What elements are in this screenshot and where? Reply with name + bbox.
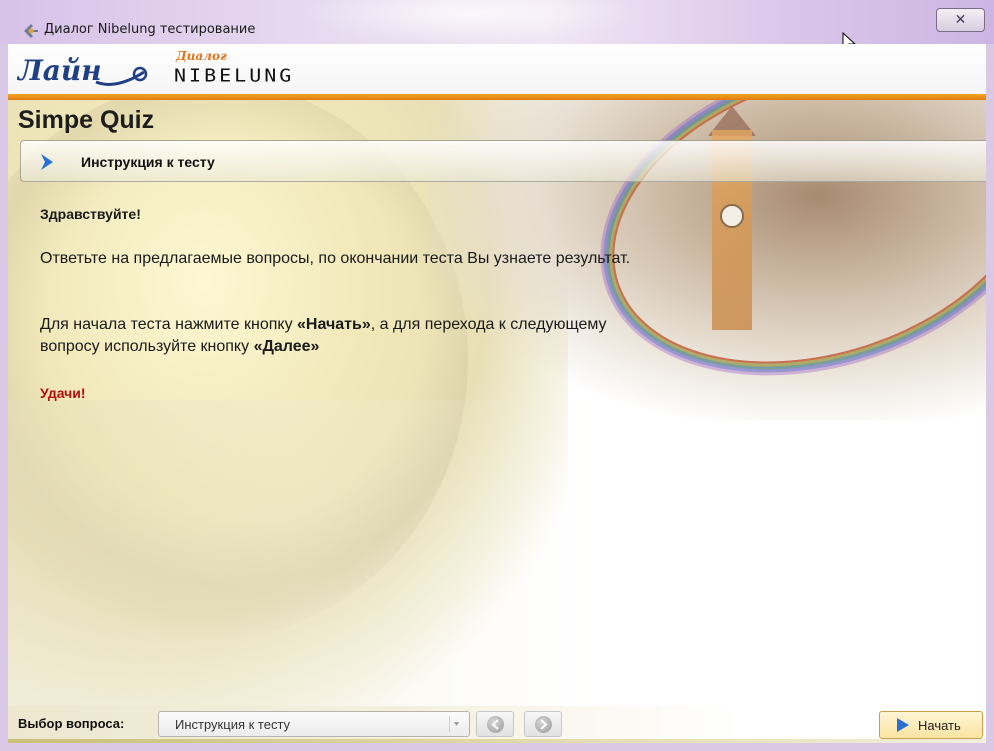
good-luck-text: Удачи! — [40, 385, 86, 401]
previous-question-button[interactable] — [476, 711, 514, 737]
footer-accent-line — [8, 739, 986, 743]
background-clock-face — [720, 204, 744, 228]
next-question-button[interactable] — [524, 711, 562, 737]
close-button[interactable]: ✕ — [936, 8, 985, 32]
app-window: Диалог Nibelung тестирование ✕ Лайн Диал… — [0, 0, 994, 751]
play-icon — [897, 718, 909, 732]
app-header: Лайн Диалог NIBELUNG — [8, 44, 986, 94]
close-icon: ✕ — [954, 11, 967, 27]
background-fade — [8, 400, 986, 706]
window-title: Диалог Nibelung тестирование — [44, 22, 256, 37]
chevron-right-icon — [41, 154, 53, 170]
layn-logo: Лайн — [16, 54, 148, 87]
app-icon — [24, 24, 38, 38]
arrow-right-icon — [535, 716, 552, 733]
footer-bar: Выбор вопроса: Инструкция к тесту Начать — [8, 706, 986, 743]
para2-text-1: Для начала теста нажмите кнопку — [40, 316, 298, 333]
logo-dialog-text: Диалог — [176, 49, 227, 63]
content-panel: Simpe Quiz Инструкция к тесту Здравствуй… — [8, 100, 986, 706]
instruction-paragraph-2: Для начала теста нажмите кнопку «Начать»… — [40, 314, 660, 358]
logo-brand-text: Лайн — [16, 54, 102, 87]
client-area: Лайн Диалог NIBELUNG Simpe Quiz Инструкц… — [8, 44, 986, 743]
question-select[interactable]: Инструкция к тесту — [158, 711, 470, 737]
start-button-label: Начать — [918, 718, 961, 733]
title-bar-glow — [300, 0, 640, 44]
title-bar[interactable]: Диалог Nibelung тестирование ✕ — [0, 0, 994, 53]
instruction-paragraph-1: Ответьте на предлагаемые вопросы, по око… — [40, 250, 631, 267]
arrow-left-icon — [487, 716, 504, 733]
section-header: Инструкция к тесту — [20, 140, 986, 182]
chevron-down-icon[interactable] — [449, 716, 463, 732]
para2-start-keyword: «Начать» — [297, 316, 371, 333]
question-select-label: Выбор вопроса: — [18, 716, 125, 731]
logo-nibelung-text: NIBELUNG — [174, 64, 295, 86]
greeting-text: Здравствуйте! — [40, 206, 141, 222]
para2-next-keyword: «Далее» — [253, 338, 320, 355]
start-button[interactable]: Начать — [879, 711, 983, 739]
section-label: Инструкция к тесту — [81, 154, 215, 170]
quiz-title: Simpe Quiz — [18, 106, 155, 134]
question-select-value: Инструкция к тесту — [175, 717, 291, 732]
